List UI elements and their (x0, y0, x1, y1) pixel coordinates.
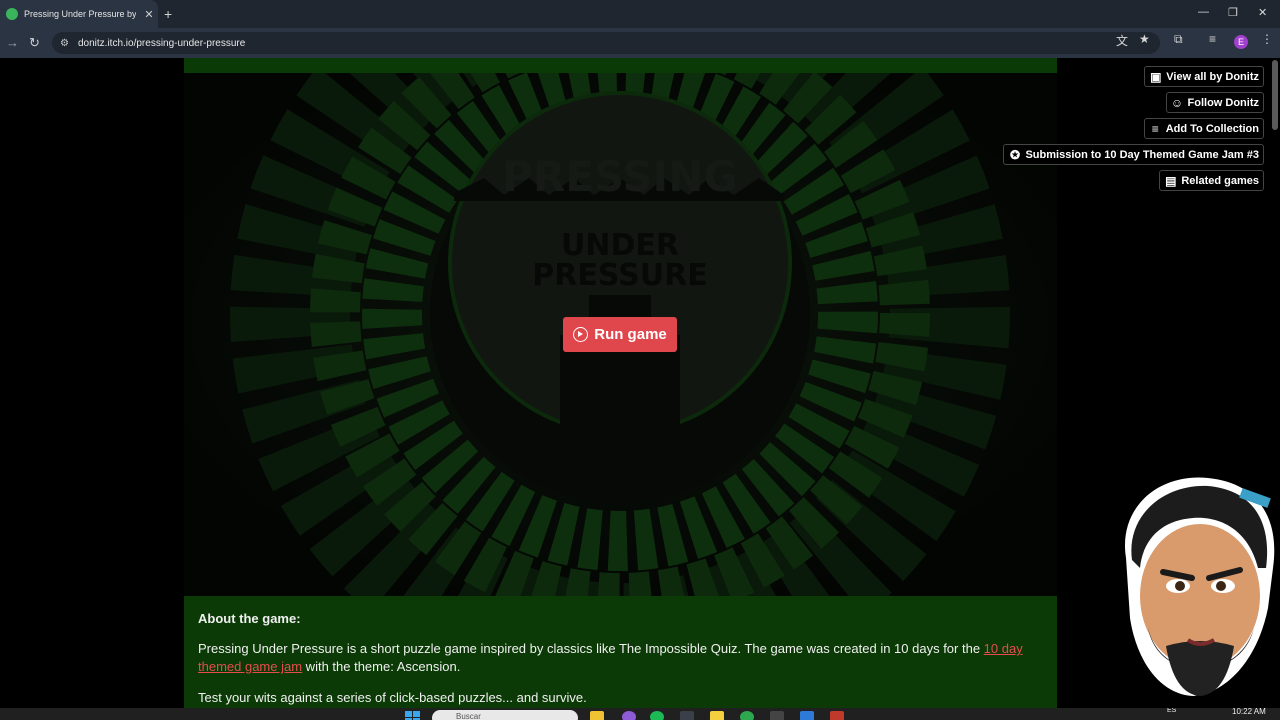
tab-title: Pressing Under Pressure by Donitz (24, 9, 136, 19)
related-games-button[interactable]: ▤ Related games (1159, 170, 1264, 191)
notes-icon[interactable] (710, 711, 724, 720)
description-paragraph-2: Test your wits against a series of click… (198, 690, 587, 705)
play-circle-icon (573, 327, 589, 342)
follow-label: Follow Donitz (1187, 96, 1259, 109)
browser-toolbar: → ↻ ⚙ donitz.itch.io/pressing-under-pres… (0, 28, 1280, 58)
list-plus-icon: ≡ (1151, 121, 1159, 136)
add-to-collection-label: Add To Collection (1165, 122, 1259, 135)
messenger-icon[interactable] (622, 711, 636, 720)
site-info-icon[interactable]: ⚙ (60, 38, 74, 49)
bookmark-star-icon[interactable]: ★ (1139, 32, 1150, 46)
obs-icon[interactable] (770, 711, 784, 720)
user-tools: ▣ View all by Donitz ☺ Follow Donitz ≡ A… (1003, 66, 1264, 191)
run-game-label: Run game (594, 326, 667, 343)
forward-arrow-icon[interactable]: → (6, 35, 19, 50)
itchio-favicon-icon (6, 8, 18, 20)
award-icon: ✪ (1009, 147, 1020, 162)
person-plus-icon: ☺ (1170, 95, 1184, 110)
page-content: PRESSING UNDER PRESSURE Run game About t… (0, 58, 1280, 708)
jam-submission-label: Submission to 10 Day Themed Game Jam #3 (1025, 148, 1259, 161)
whatsapp-icon[interactable] (740, 711, 754, 720)
game-description: About the game: Pressing Under Pressure … (184, 596, 1057, 708)
avatar-sticker (1124, 477, 1275, 696)
minimize-button[interactable]: — (1198, 6, 1209, 18)
header-strip (184, 58, 1057, 73)
url-text: donitz.itch.io/pressing-under-pressure (78, 37, 246, 49)
browser-tab[interactable]: Pressing Under Pressure by Donitz ✕ (0, 0, 158, 28)
maximize-button[interactable]: ❐ (1228, 6, 1238, 19)
reload-icon[interactable]: ↻ (29, 35, 40, 51)
run-game-button[interactable]: Run game (563, 317, 677, 352)
cover-title-top: PRESSING (502, 152, 738, 201)
controller-icon: ▣ (1150, 69, 1162, 84)
view-all-button[interactable]: ▣ View all by Donitz (1144, 66, 1264, 87)
related-games-label: Related games (1181, 174, 1259, 187)
view-all-label: View all by Donitz (1166, 70, 1259, 83)
taskbar-search[interactable]: Buscar (432, 710, 578, 720)
description-heading: About the game: (198, 611, 301, 626)
chrome-icon[interactable] (680, 711, 694, 720)
profile-avatar[interactable]: E (1234, 35, 1248, 49)
media-control-icon[interactable]: ≡ (1209, 32, 1216, 46)
jam-submission-button[interactable]: ✪ Submission to 10 Day Themed Game Jam #… (1003, 144, 1264, 165)
map-icon: ▤ (1165, 173, 1177, 188)
spotify-icon[interactable] (650, 711, 664, 720)
os-taskbar: Buscar ES 10:22 AM (0, 708, 1280, 720)
close-window-button[interactable]: ✕ (1258, 6, 1267, 19)
clock[interactable]: 10:22 AM (1232, 708, 1266, 716)
tab-strip: Pressing Under Pressure by Donitz ✕ + — … (0, 0, 1280, 28)
store-icon[interactable] (800, 711, 814, 720)
cover-title-bottom: PRESSURE (532, 258, 707, 293)
description-text-end: with the theme: Ascension. (302, 659, 461, 674)
game-embed[interactable]: PRESSING UNDER PRESSURE Run game (184, 73, 1057, 596)
close-tab-icon[interactable]: ✕ (142, 8, 156, 21)
follow-button[interactable]: ☺ Follow Donitz (1165, 92, 1264, 113)
translate-icon[interactable]: 文 (1116, 32, 1128, 49)
extensions-icon[interactable]: ⧉ (1174, 32, 1183, 47)
menu-dots-icon[interactable]: ⋮ (1261, 32, 1273, 46)
scrollbar[interactable] (1272, 60, 1278, 130)
app-icon[interactable] (830, 711, 844, 720)
description-paragraph: Pressing Under Pressure is a short puzzl… (198, 640, 1043, 676)
address-bar[interactable]: ⚙ donitz.itch.io/pressing-under-pressure (52, 32, 1160, 54)
windows-start-icon[interactable] (405, 711, 421, 720)
file-explorer-icon[interactable] (590, 711, 604, 720)
language-indicator[interactable]: ES (1167, 708, 1176, 714)
new-tab-button[interactable]: + (164, 6, 172, 22)
description-text: Pressing Under Pressure is a short puzzl… (198, 641, 984, 656)
add-to-collection-button[interactable]: ≡ Add To Collection (1143, 118, 1264, 139)
